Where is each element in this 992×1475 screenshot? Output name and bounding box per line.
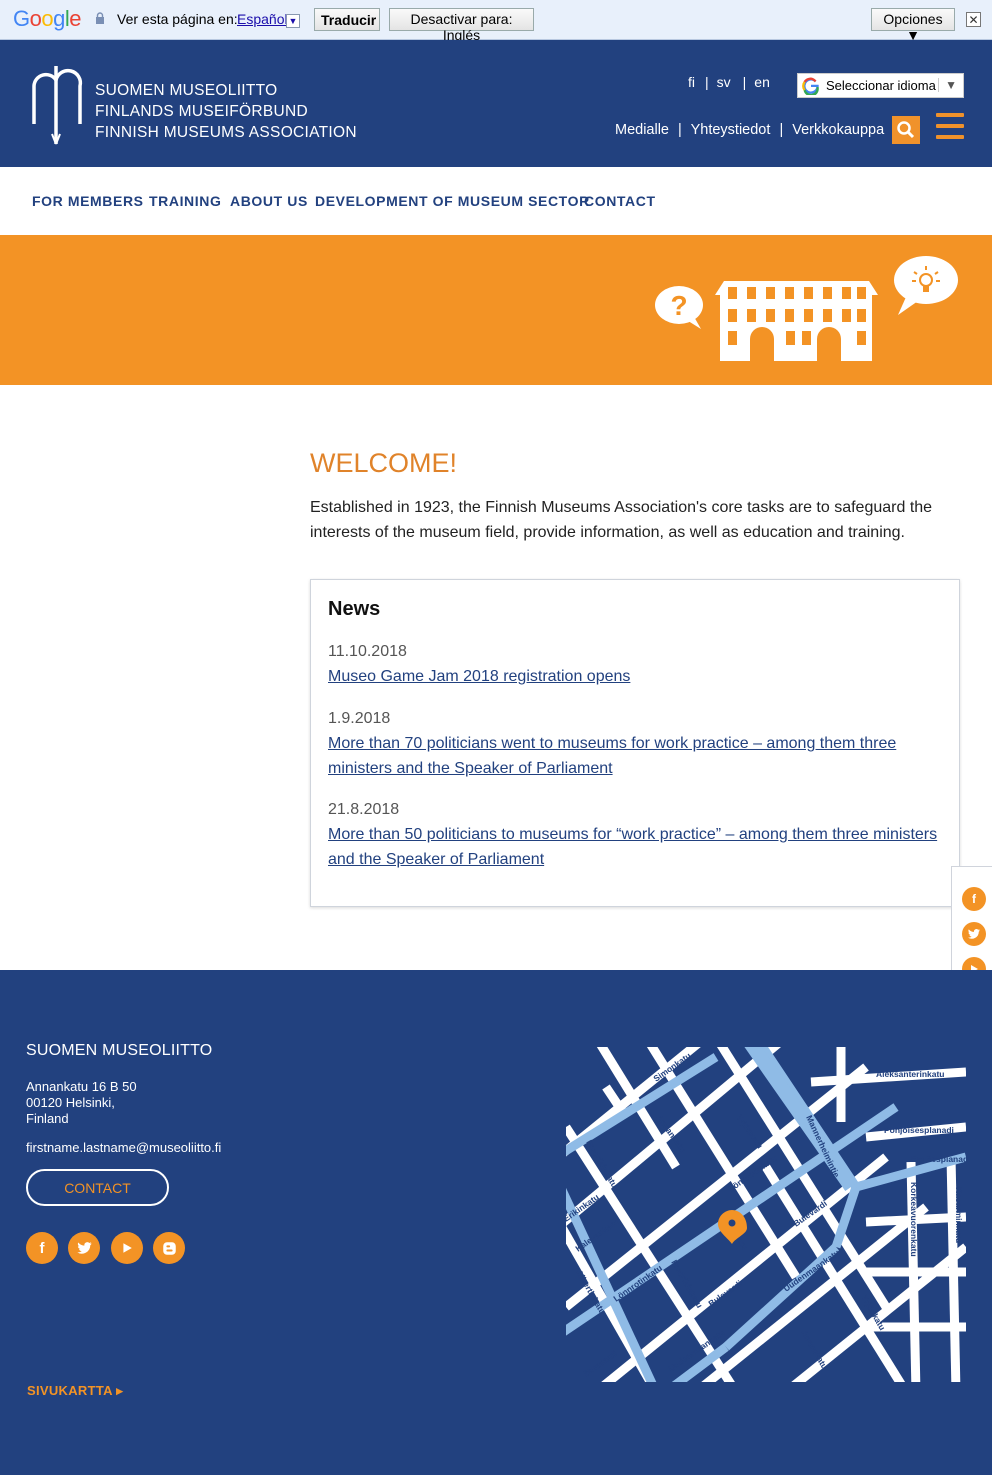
svg-text:Korkeavuorenkatu: Korkeavuorenkatu — [909, 1182, 919, 1257]
translate-prompt: Ver esta página en: — [117, 11, 238, 27]
twitter-icon[interactable] — [962, 922, 986, 946]
separator: | — [705, 74, 709, 90]
chevron-down-icon: ▼ — [938, 78, 957, 92]
media-link[interactable]: Medialle — [615, 122, 669, 138]
lock-icon — [96, 12, 104, 24]
separator: | — [678, 122, 682, 138]
svg-text:Eteläesplanadi: Eteläesplanadi — [911, 1154, 966, 1164]
lang-fi[interactable]: fi — [688, 74, 695, 90]
news-item: 1.9.2018 More than 70 politicians went t… — [328, 706, 938, 781]
svg-text:Yrjönkatu: Yrjönkatu — [734, 1112, 765, 1150]
street-map: Aleksanterinkatu Pohjoisesplanadi Eteläe… — [566, 1047, 966, 1382]
museum-logo-icon[interactable] — [30, 64, 86, 146]
nav-development[interactable]: DEVELOPMENT OF MUSEUM SECTOR — [315, 193, 590, 209]
svg-text:Aleksanterinkatu: Aleksanterinkatu — [876, 1069, 945, 1079]
intro-text: Established in 1923, the Finnish Museums… — [310, 499, 933, 541]
language-link[interactable]: Español — [237, 11, 288, 27]
logo-line-en: FINNISH MUSEUMS ASSOCIATION — [95, 124, 357, 141]
facebook-icon[interactable]: f — [962, 887, 986, 911]
chevron-down-icon[interactable]: ▼ — [286, 14, 300, 28]
news-box: News 11.10.2018 Museo Game Jam 2018 regi… — [310, 579, 960, 907]
footer-contact-button[interactable]: CONTACT — [26, 1169, 169, 1206]
logo-line-fi: SUOMEN MUSEOLIITTO — [95, 82, 278, 99]
search-button[interactable] — [892, 116, 920, 144]
nav-about-us[interactable]: ABOUT US — [230, 193, 308, 209]
address-line: Finland — [26, 1111, 69, 1126]
news-link[interactable]: More than 50 politicians to museums for … — [328, 822, 938, 872]
disable-translate-button[interactable]: Desactivar para: Inglés — [389, 8, 534, 43]
address-line: 00120 Helsinki, — [26, 1095, 115, 1110]
webshop-link[interactable]: Verkkokauppa — [792, 122, 884, 138]
logo-text[interactable]: SUOMEN MUSEOLIITTO FINLANDS MUSEIFÖRBUND… — [95, 80, 357, 143]
news-link[interactable]: More than 70 politicians went to museums… — [328, 731, 938, 781]
hero-banner: ? — [0, 235, 992, 385]
location-map[interactable]: Aleksanterinkatu Pohjoisesplanadi Eteläe… — [566, 1047, 966, 1382]
news-link[interactable]: Museo Game Jam 2018 registration opens — [328, 664, 938, 689]
lang-en[interactable]: en — [754, 74, 770, 90]
youtube-icon[interactable] — [111, 1232, 143, 1264]
svg-text:Pohjoisesplanadi: Pohjoisesplanadi — [884, 1125, 954, 1135]
news-title: News — [328, 598, 381, 620]
language-select[interactable]: Seleccionar idioma ▼ — [797, 73, 964, 98]
sitemap-link[interactable]: SIVUKARTTA ▸ — [27, 1383, 123, 1399]
utility-links: Medialle | Yhteystiedot | Verkkokauppa — [615, 122, 884, 138]
language-links: fi | sv | en — [688, 74, 770, 90]
nav-contact[interactable]: CONTACT — [584, 193, 656, 209]
close-icon[interactable]: ✕ — [966, 12, 981, 27]
google-logo: Google — [13, 6, 82, 31]
search-icon — [897, 121, 915, 139]
lightbulb-bubble-icon — [894, 256, 958, 315]
hamburger-menu-icon[interactable] — [936, 113, 964, 143]
news-item: 21.8.2018 More than 50 politicians to mu… — [328, 797, 938, 872]
svg-text:Kasarminkatu: Kasarminkatu — [954, 1187, 964, 1243]
separator: | — [779, 122, 784, 138]
news-date: 21.8.2018 — [328, 801, 400, 818]
news-item: 11.10.2018 Museo Game Jam 2018 registrat… — [328, 639, 938, 689]
lang-sv[interactable]: sv — [717, 74, 731, 90]
translate-bar: Google Ver esta página en: Español ▼ Tra… — [0, 0, 992, 43]
google-g-icon — [802, 77, 819, 95]
twitter-icon[interactable] — [68, 1232, 100, 1264]
news-date: 11.10.2018 — [328, 643, 407, 660]
site-footer: SUOMEN MUSEOLIITTO Annankatu 16 B 50 001… — [0, 970, 992, 1475]
site-header: SUOMEN MUSEOLIITTO FINLANDS MUSEIFÖRBUND… — [0, 40, 992, 167]
main-nav: FOR MEMBERS TRAINING ABOUT US DEVELOPMEN… — [0, 167, 992, 235]
contact-info-link[interactable]: Yhteystiedot — [691, 122, 771, 138]
svg-text:?: ? — [670, 290, 687, 321]
facebook-icon[interactable]: f — [26, 1232, 58, 1264]
options-button[interactable]: Opciones ▼ — [871, 8, 955, 43]
footer-address: Annankatu 16 B 50 00120 Helsinki, Finlan… — [26, 1079, 137, 1127]
language-select-label: Seleccionar idioma — [826, 78, 936, 93]
nav-training[interactable]: TRAINING — [149, 193, 221, 209]
blogger-icon[interactable] — [153, 1232, 185, 1264]
news-date: 1.9.2018 — [328, 710, 391, 727]
svg-text:Erikinkatu: Erikinkatu — [566, 1192, 601, 1224]
page-title: WELCOME! — [310, 448, 458, 478]
footer-title: SUOMEN MUSEOLIITTO — [26, 1042, 213, 1059]
translate-button[interactable]: Traducir — [314, 8, 380, 31]
separator: | — [742, 74, 747, 90]
footer-email[interactable]: firstname.lastname@museoliitto.fi — [26, 1140, 221, 1155]
nav-for-members[interactable]: FOR MEMBERS — [32, 193, 144, 209]
museum-building-icon — [715, 281, 878, 361]
question-bubble-icon: ? — [655, 286, 703, 329]
address-line: Annankatu 16 B 50 — [26, 1079, 137, 1094]
logo-line-sv: FINLANDS MUSEIFÖRBUND — [95, 103, 308, 120]
